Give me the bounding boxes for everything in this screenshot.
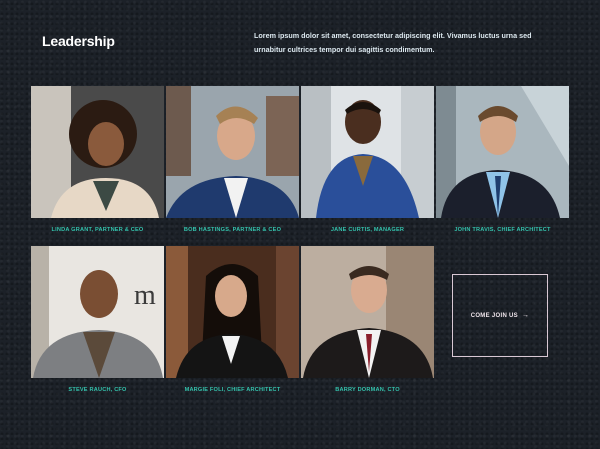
member-caption: JOHN TRAVIS, Chief Architect: [454, 227, 551, 233]
team-card-john[interactable]: JOHN TRAVIS, Chief Architect: [436, 86, 569, 233]
portrait-photo: [166, 86, 299, 218]
page-title: Leadership: [42, 33, 115, 49]
intro-text: Lorem ipsum dolor sit amet, consectetur …: [254, 31, 532, 54]
portrait-photo: [31, 86, 164, 218]
member-caption: LINDA GRANT, partner & CEO: [51, 227, 144, 233]
team-card-bob[interactable]: BOB HASTINGS, partner & CEO: [166, 86, 299, 233]
member-caption: JANE CURTIS, Manager: [330, 227, 405, 233]
team-card-margie[interactable]: MARGIE FOLI, Chief Architect: [166, 246, 299, 393]
member-caption: STEVE RAUCH, CFO: [68, 387, 127, 393]
portrait-photo: [436, 86, 569, 218]
team-card-steve[interactable]: m STEVE RAUCH, CFO: [31, 246, 164, 393]
come-join-us-button[interactable]: COME JOIN US →: [452, 274, 548, 357]
join-label: COME JOIN US: [470, 312, 518, 319]
team-card-barry[interactable]: BARRY DORMAN, CTO: [301, 246, 434, 393]
member-caption: BOB HASTINGS, partner & CEO: [183, 227, 282, 233]
portrait-photo: [301, 86, 434, 218]
team-card-linda[interactable]: LINDA GRANT, partner & CEO: [31, 86, 164, 233]
portrait-photo: [301, 246, 434, 378]
team-card-jane[interactable]: JANE CURTIS, Manager: [301, 86, 434, 233]
svg-text:m: m: [134, 280, 156, 311]
portrait-photo: [166, 246, 299, 378]
member-caption: BARRY DORMAN, CTO: [335, 387, 400, 393]
arrow-right-icon: →: [521, 312, 530, 319]
member-caption: MARGIE FOLI, Chief Architect: [184, 387, 281, 393]
portrait-photo: m: [31, 246, 164, 378]
